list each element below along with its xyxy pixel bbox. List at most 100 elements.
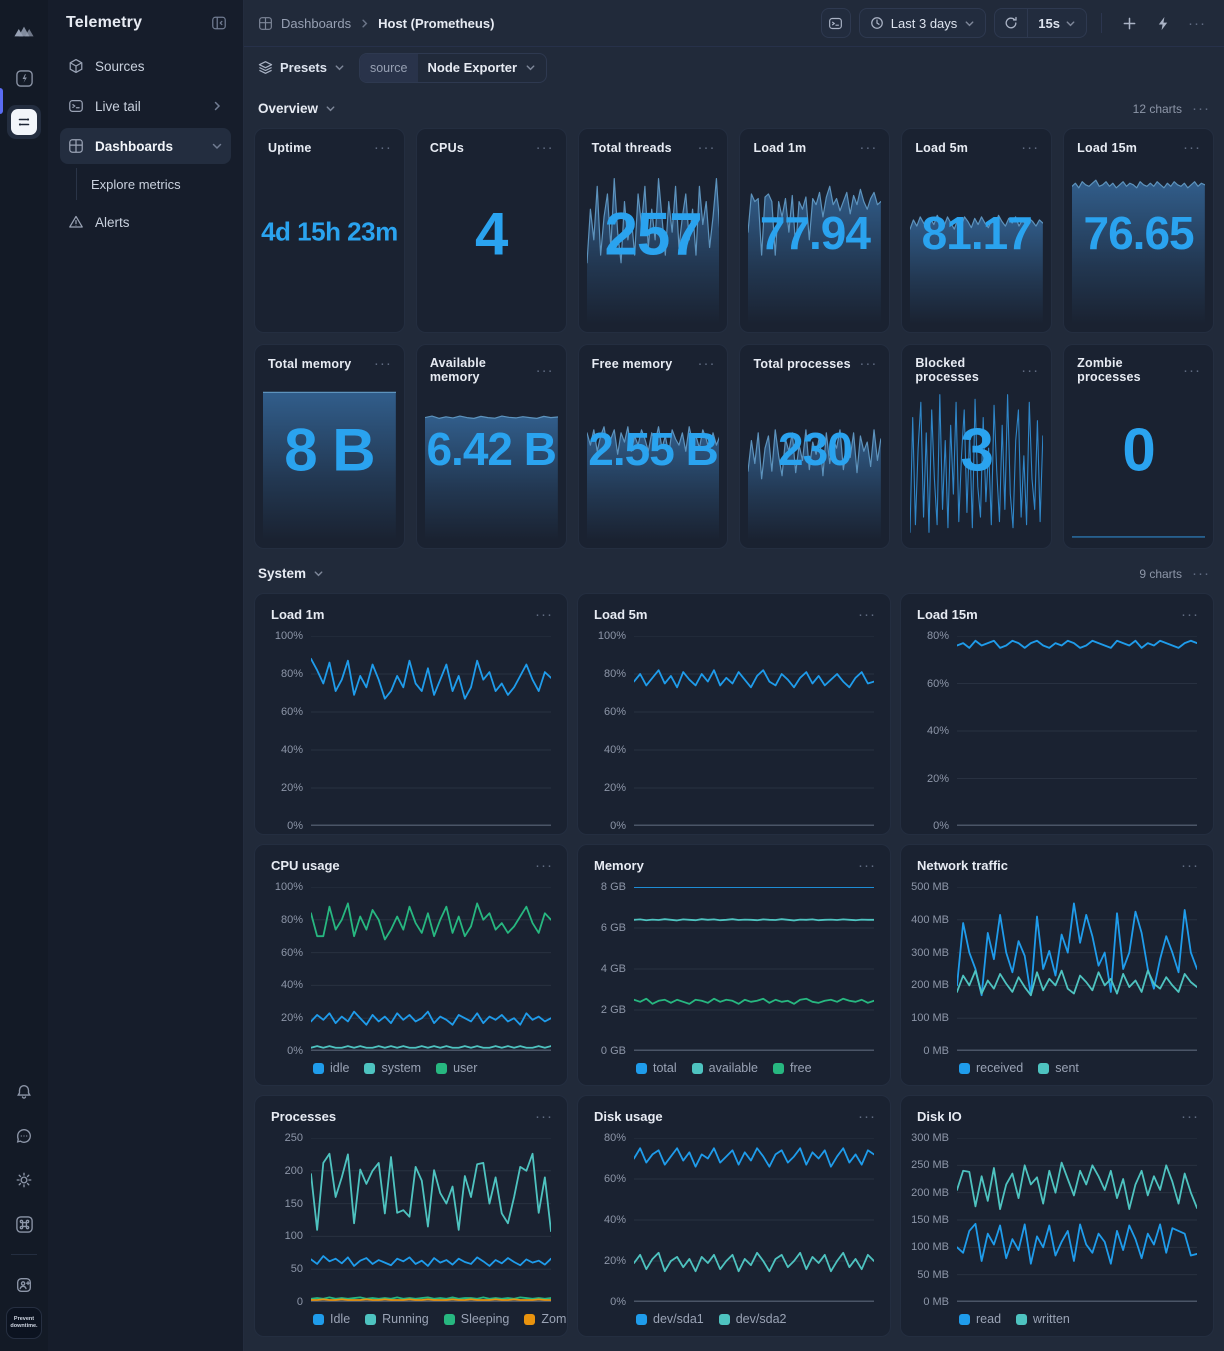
layers-icon <box>258 60 273 75</box>
y-axis: 100%80%60%40%20%0% <box>586 636 634 826</box>
time-range-button[interactable]: Last 3 days <box>859 8 987 38</box>
chart-menu-button[interactable]: ··· <box>1181 1109 1199 1124</box>
chart-card: Load 1m···100%80%60%40%20%0% <box>254 593 568 835</box>
section-more-button[interactable]: ··· <box>1192 566 1210 581</box>
y-tick-label: 300 MB <box>911 1132 949 1144</box>
legend-label: available <box>709 1061 758 1075</box>
terminal-icon <box>68 98 85 114</box>
card-menu-button[interactable]: ··· <box>697 140 715 155</box>
legend-item: Running <box>365 1312 429 1326</box>
legend-label: read <box>976 1312 1001 1326</box>
chart-menu-button[interactable]: ··· <box>1181 607 1199 622</box>
chevron-down-icon <box>525 62 536 73</box>
chart-menu-button[interactable]: ··· <box>535 858 553 873</box>
legend-label: sent <box>1055 1061 1079 1075</box>
notifications-bell-icon[interactable] <box>7 1075 41 1109</box>
card-title: Blocked processes <box>915 356 1021 384</box>
refresh-control: 15s <box>994 8 1087 38</box>
y-tick-label: 60% <box>281 706 303 718</box>
y-tick-label: 250 <box>285 1132 303 1144</box>
legend-label: received <box>976 1061 1023 1075</box>
source-select[interactable]: source Node Exporter <box>359 53 547 83</box>
query-console-button[interactable] <box>821 8 851 38</box>
section-more-button[interactable]: ··· <box>1192 101 1210 116</box>
breadcrumb-dashboards-link[interactable]: Dashboards <box>281 16 351 31</box>
legend-item: read <box>959 1312 1001 1326</box>
chart-menu-button[interactable]: ··· <box>535 607 553 622</box>
chart-card: Memory···8 GB6 GB4 GB2 GB0 GBtotalavaila… <box>577 844 891 1086</box>
sidebar-item-alerts[interactable]: Alerts <box>60 204 231 240</box>
y-axis: 500 MB400 MB300 MB200 MB100 MB0 MB <box>909 887 957 1051</box>
card-menu-button[interactable]: ··· <box>1021 140 1039 155</box>
flash-query-icon[interactable] <box>7 61 41 95</box>
y-tick-label: 20% <box>281 782 303 794</box>
card-menu-button[interactable]: ··· <box>1021 363 1039 378</box>
legend-item: sent <box>1038 1061 1079 1075</box>
presets-button[interactable]: Presets <box>258 60 345 75</box>
chart-menu-button[interactable]: ··· <box>858 1109 876 1124</box>
card-menu-button[interactable]: ··· <box>859 140 877 155</box>
promo-badge[interactable]: Prevent downtime. <box>6 1307 42 1339</box>
legend-swatch <box>719 1314 730 1325</box>
chart-title: CPU usage <box>271 858 340 873</box>
y-tick-label: 20% <box>281 1012 303 1024</box>
sidebar-item-sources[interactable]: Sources <box>60 48 231 84</box>
card-menu-button[interactable]: ··· <box>697 356 715 371</box>
chevron-down-icon <box>334 62 345 73</box>
y-tick-label: 0 <box>297 1296 303 1308</box>
chart-menu-button[interactable]: ··· <box>535 1109 553 1124</box>
overview-card: Free memory···2.55 B <box>578 344 729 549</box>
refresh-interval-button[interactable]: 15s <box>1028 9 1086 37</box>
card-menu-button[interactable]: ··· <box>374 356 392 371</box>
card-menu-button[interactable]: ··· <box>1183 140 1201 155</box>
collapse-sidebar-icon[interactable] <box>211 15 227 31</box>
chart-menu-button[interactable]: ··· <box>1181 858 1199 873</box>
card-menu-button[interactable]: ··· <box>1183 363 1201 378</box>
shortcuts-icon[interactable] <box>7 1207 41 1241</box>
y-axis: 80%60%40%20%0% <box>909 636 957 826</box>
legend-swatch <box>436 1063 447 1074</box>
topbar-more-button[interactable]: ··· <box>1184 10 1210 36</box>
system-section-toggle[interactable]: System <box>258 566 324 581</box>
card-value: 76.65 <box>1064 206 1213 260</box>
add-chart-button[interactable] <box>1116 10 1142 36</box>
card-menu-button[interactable]: ··· <box>374 140 392 155</box>
sidebar-item-dashboards[interactable]: Dashboards <box>60 128 231 164</box>
card-menu-button[interactable]: ··· <box>536 363 554 378</box>
chart-title: Network traffic <box>917 858 1008 873</box>
chart-menu-button[interactable]: ··· <box>858 607 876 622</box>
y-tick-label: 200 MB <box>911 979 949 991</box>
section-title: Overview <box>258 101 318 116</box>
invite-user-icon[interactable] <box>7 1268 41 1302</box>
app-logo[interactable] <box>7 17 41 51</box>
y-tick-label: 500 MB <box>911 881 949 893</box>
theme-sun-icon[interactable] <box>7 1163 41 1197</box>
sidebar-item-explore-metrics[interactable]: Explore metrics <box>83 168 231 200</box>
chart-menu-button[interactable]: ··· <box>858 858 876 873</box>
card-value: 77.94 <box>740 206 889 260</box>
sidebar-item-live-tail[interactable]: Live tail <box>60 88 231 124</box>
topbar: Dashboards Host (Prometheus) Last 3 days <box>244 0 1224 47</box>
legend-swatch <box>773 1063 784 1074</box>
card-menu-button[interactable]: ··· <box>536 140 554 155</box>
logo-icon <box>13 25 35 43</box>
refresh-now-button[interactable] <box>995 9 1027 37</box>
overview-section-toggle[interactable]: Overview <box>258 101 336 116</box>
rail-item-telemetry[interactable] <box>7 105 41 139</box>
feedback-chat-icon[interactable] <box>7 1119 41 1153</box>
chart-card: CPU usage···100%80%60%40%20%0%idlesystem… <box>254 844 568 1086</box>
legend-item: user <box>436 1061 477 1075</box>
card-menu-button[interactable]: ··· <box>859 356 877 371</box>
card-value: 81.17 <box>902 206 1051 260</box>
quick-actions-bolt-button[interactable] <box>1150 10 1176 36</box>
y-tick-label: 50 MB <box>917 1269 949 1281</box>
chart-legend: dev/sda1dev/sda2 <box>578 1310 890 1336</box>
y-tick-label: 80% <box>927 630 949 642</box>
chart-plot <box>957 636 1197 826</box>
overview-cards-grid: Uptime···4d 15h 23mCPUs···4Total threads… <box>254 128 1214 549</box>
y-tick-label: 20% <box>604 782 626 794</box>
legend-label: total <box>653 1061 677 1075</box>
card-value: 4d 15h 23m <box>255 216 404 247</box>
y-tick-label: 150 <box>285 1198 303 1210</box>
card-value: 4 <box>417 199 566 268</box>
